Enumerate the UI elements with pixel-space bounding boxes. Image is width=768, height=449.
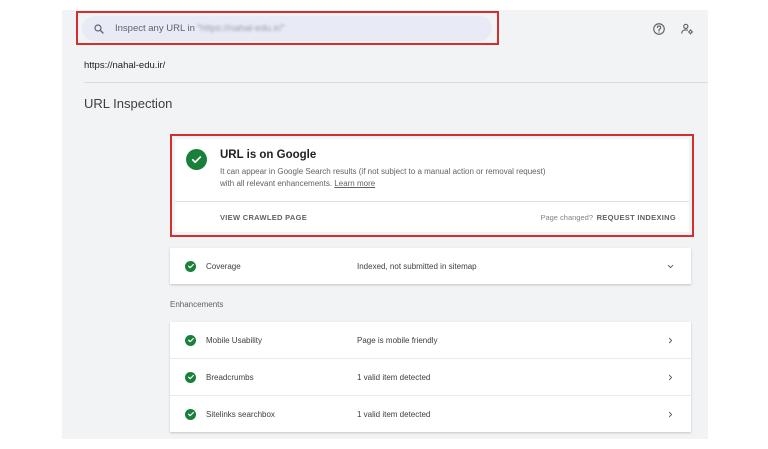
enhancement-value: Page is mobile friendly	[357, 335, 438, 345]
header-actions	[652, 22, 694, 36]
page-changed-label: Page changed?	[540, 213, 593, 222]
property-url: https://nahal-edu.ir/	[84, 60, 166, 71]
chevron-down-icon[interactable]	[666, 262, 675, 271]
enhancements-card: Mobile Usability Page is mobile friendly…	[170, 322, 691, 432]
check-circle-icon	[186, 149, 207, 170]
url-status-card: URL is on Google It can appear in Google…	[175, 139, 689, 232]
enhancement-name: Mobile Usability	[206, 335, 263, 345]
status-divider	[175, 201, 689, 202]
chevron-right-icon[interactable]	[666, 373, 675, 382]
coverage-row[interactable]: Coverage Indexed, not submitted in sitem…	[170, 248, 691, 284]
enhancement-value: 1 valid item detected	[357, 409, 431, 419]
enhancement-value: 1 valid item detected	[357, 372, 431, 382]
enhancement-row-mobile-usability[interactable]: Mobile Usability Page is mobile friendly	[170, 322, 691, 359]
request-indexing-button[interactable]: REQUEST INDEXING	[597, 213, 676, 222]
status-heading: URL is on Google	[220, 149, 317, 161]
page-title: URL Inspection	[84, 96, 173, 111]
enhancement-row-breadcrumbs[interactable]: Breadcrumbs 1 valid item detected	[170, 359, 691, 396]
enhancement-name: Breadcrumbs	[206, 372, 254, 382]
learn-more-link[interactable]: Learn more	[334, 179, 375, 188]
coverage-card: Coverage Indexed, not submitted in sitem…	[170, 248, 691, 284]
chevron-right-icon[interactable]	[666, 336, 675, 345]
coverage-value: Indexed, not submitted in sitemap	[357, 261, 477, 271]
status-description-text: It can appear in Google Search results (…	[220, 167, 546, 188]
search-highlight-box: Inspect any URL in "https://nahal-edu.ir…	[76, 11, 499, 45]
url-inspect-search-input[interactable]: Inspect any URL in "https://nahal-edu.ir…	[82, 16, 492, 41]
search-placeholder: Inspect any URL in	[115, 23, 195, 34]
search-console-panel: Inspect any URL in "https://nahal-edu.ir…	[62, 10, 708, 439]
manage-account-icon[interactable]	[680, 22, 694, 36]
status-description: It can appear in Google Search results (…	[220, 166, 550, 190]
chevron-right-icon[interactable]	[666, 410, 675, 419]
view-crawled-page-button[interactable]: VIEW CRAWLED PAGE	[220, 213, 307, 222]
check-circle-icon	[185, 408, 196, 420]
enhancements-label: Enhancements	[170, 300, 224, 309]
header-divider	[84, 82, 708, 83]
status-highlight-box: URL is on Google It can appear in Google…	[170, 134, 694, 237]
search-icon	[94, 23, 104, 34]
enhancement-name: Sitelinks searchbox	[206, 409, 275, 419]
enhancement-row-sitelinks-searchbox[interactable]: Sitelinks searchbox 1 valid item detecte…	[170, 396, 691, 432]
check-circle-icon	[185, 371, 196, 383]
help-icon[interactable]	[652, 22, 666, 36]
check-circle-icon	[185, 260, 196, 272]
coverage-name: Coverage	[206, 261, 241, 271]
check-circle-icon	[185, 334, 196, 346]
search-property-blurred: "https://nahal-edu.ir/"	[196, 23, 285, 34]
